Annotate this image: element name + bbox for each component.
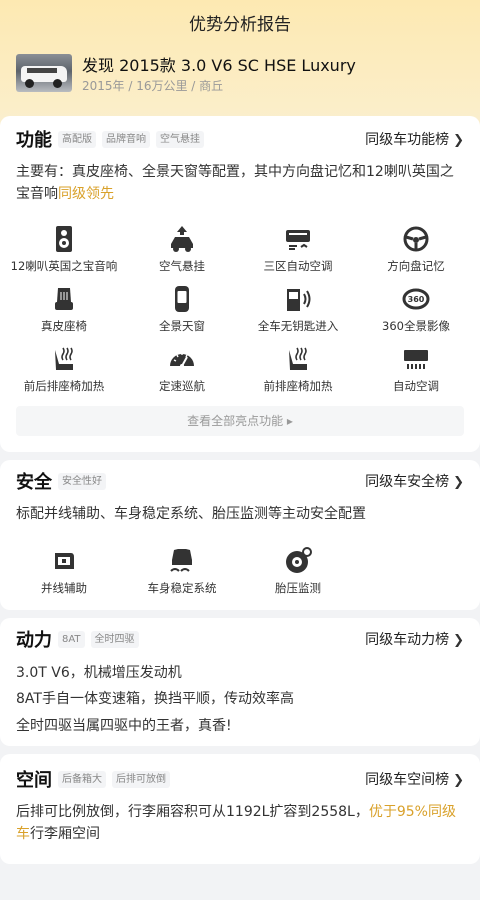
description-text: 行李厢空间 bbox=[30, 826, 100, 842]
car-thumbnail bbox=[16, 54, 72, 92]
rank-link-label: 同级车动力榜 bbox=[365, 632, 450, 648]
function-rank-link[interactable]: 同级车功能榜 ❯ bbox=[365, 129, 464, 149]
view-all-features-button[interactable]: 查看全部亮点功能 ▸ bbox=[16, 406, 464, 436]
tag: 空气悬挂 bbox=[156, 131, 204, 148]
feature-item[interactable]: 空气悬挂 bbox=[122, 224, 242, 274]
sunroof-icon bbox=[175, 286, 189, 312]
seat-heating-icon bbox=[55, 347, 73, 370]
feature-label: 自动空调 bbox=[393, 379, 439, 393]
section-title-space: 空间 bbox=[16, 770, 52, 791]
function-card: 功能 高配版 品牌音响 空气悬挂 同级车功能榜 ❯ 主要有：真皮座椅、全景天窗等配… bbox=[0, 116, 480, 452]
highlight-text: 同级领先 bbox=[58, 186, 114, 202]
feature-label: 车身稳定系统 bbox=[147, 581, 217, 595]
feature-item[interactable]: 360 360全景影像 bbox=[356, 284, 476, 334]
feature-label: 空气悬挂 bbox=[159, 259, 205, 273]
rank-link-label: 同级车功能榜 bbox=[365, 132, 450, 148]
feature-item[interactable]: 全车无钥匙进入 bbox=[238, 284, 358, 334]
tag: 全时四驱 bbox=[90, 631, 139, 648]
function-description: 主要有：真皮座椅、全景天窗等配置，其中方向盘记忆和12喇叭英国之宝音响同级领先 bbox=[16, 161, 466, 205]
feature-label: 定速巡航 bbox=[159, 379, 205, 393]
car-name: 发现 2015款 3.0 V6 SC HSE Luxury bbox=[82, 56, 356, 75]
air-suspension-icon bbox=[171, 226, 193, 252]
stability-control-icon bbox=[170, 549, 192, 572]
description-text: 后排可比例放倒，行李厢容积可从1192L扩容到2558L， bbox=[16, 804, 369, 820]
feature-item[interactable]: 真皮座椅 bbox=[4, 284, 124, 334]
front-seat-heating-icon bbox=[289, 347, 307, 370]
space-tags: 后备箱大 后排可放倒 bbox=[58, 771, 170, 788]
auto-ac-icon bbox=[404, 350, 428, 369]
section-title-safety: 安全 bbox=[16, 472, 52, 493]
cruise-control-icon bbox=[170, 353, 194, 368]
feature-item[interactable]: 方向盘记忆 bbox=[356, 224, 476, 274]
tag: 后排可放倒 bbox=[112, 771, 170, 788]
page-title: 优势分析报告 bbox=[189, 15, 291, 35]
rank-link-label: 同级车安全榜 bbox=[365, 474, 450, 490]
feature-item[interactable]: 全景天窗 bbox=[122, 284, 242, 334]
power-line: 全时四驱当属四驱中的王者，真香! bbox=[16, 718, 232, 734]
safety-card: 安全 安全性好 同级车安全榜 ❯ 标配并线辅助、车身稳定系统、胎压监测等主动安全配… bbox=[0, 460, 480, 610]
tag: 安全性好 bbox=[58, 473, 106, 490]
feature-label: 前后排座椅加热 bbox=[23, 379, 105, 393]
space-card: 空间 后备箱大 后排可放倒 同级车空间榜 ❯ 后排可比例放倒，行李厢容积可从119… bbox=[0, 754, 480, 864]
function-tags: 高配版 品牌音响 空气悬挂 bbox=[58, 131, 204, 148]
steering-wheel-icon bbox=[403, 226, 429, 252]
leather-seat-icon bbox=[55, 288, 73, 310]
feature-label: 并线辅助 bbox=[41, 581, 87, 595]
speaker-icon bbox=[56, 226, 72, 252]
feature-label: 方向盘记忆 bbox=[387, 259, 445, 273]
feature-label: 12喇叭英国之宝音响 bbox=[10, 259, 118, 273]
feature-item[interactable]: 定速巡航 bbox=[122, 344, 242, 394]
lane-assist-icon bbox=[55, 553, 74, 569]
feature-label: 前排座椅加热 bbox=[263, 379, 333, 393]
feature-item[interactable]: 三区自动空调 bbox=[238, 224, 358, 274]
feature-label: 全车无钥匙进入 bbox=[257, 319, 339, 333]
safety-tags: 安全性好 bbox=[58, 473, 106, 490]
power-tags: 8AT 全时四驱 bbox=[58, 631, 139, 648]
safety-rank-link[interactable]: 同级车安全榜 ❯ bbox=[365, 471, 464, 491]
feature-label: 三区自动空调 bbox=[263, 259, 333, 273]
feature-item[interactable]: 自动空调 bbox=[356, 344, 476, 394]
power-line: 3.0T V6，机械增压发动机 bbox=[16, 665, 182, 681]
feature-item[interactable]: 前后排座椅加热 bbox=[4, 344, 124, 394]
power-rank-link[interactable]: 同级车动力榜 ❯ bbox=[365, 629, 464, 649]
feature-item[interactable]: 车身稳定系统 bbox=[122, 546, 242, 596]
tire-pressure-icon bbox=[286, 547, 312, 573]
section-title-function: 功能 bbox=[16, 130, 52, 151]
keyless-entry-icon bbox=[287, 289, 311, 311]
tag: 高配版 bbox=[58, 131, 96, 148]
section-title-power: 动力 bbox=[16, 630, 52, 651]
safety-description: 标配并线辅助、车身稳定系统、胎压监测等主动安全配置 bbox=[16, 506, 366, 522]
feature-item[interactable]: 前排座椅加热 bbox=[238, 344, 358, 394]
chevron-right-icon: ❯ bbox=[453, 773, 464, 788]
feature-item[interactable]: 12喇叭英国之宝音响 bbox=[4, 224, 124, 274]
power-line: 8AT手自一体变速箱，换挡平顺，传动效率高 bbox=[16, 691, 294, 707]
tag: 8AT bbox=[58, 631, 85, 648]
space-rank-link[interactable]: 同级车空间榜 ❯ bbox=[365, 769, 464, 789]
tag: 品牌音响 bbox=[102, 131, 150, 148]
feature-label: 胎压监测 bbox=[275, 581, 321, 595]
tag: 后备箱大 bbox=[58, 771, 106, 788]
camera-360-icon: 360 bbox=[402, 288, 430, 310]
feature-label: 360全景影像 bbox=[382, 319, 450, 333]
feature-label: 真皮座椅 bbox=[41, 319, 87, 333]
svg-text:360: 360 bbox=[408, 295, 425, 304]
car-subtitle: 2015年 / 16万公里 / 商丘 bbox=[82, 79, 224, 93]
chevron-right-icon: ❯ bbox=[453, 475, 464, 490]
feature-label: 全景天窗 bbox=[159, 319, 205, 333]
chevron-right-icon: ❯ bbox=[453, 133, 464, 148]
space-description: 后排可比例放倒，行李厢容积可从1192L扩容到2558L，优于95%同级车行李厢… bbox=[16, 801, 466, 845]
feature-item[interactable]: 胎压监测 bbox=[238, 546, 358, 596]
feature-item[interactable]: 并线辅助 bbox=[4, 546, 124, 596]
car-info[interactable]: 发现 2015款 3.0 V6 SC HSE Luxury 2015年 / 16… bbox=[16, 52, 464, 96]
climate-control-icon bbox=[286, 230, 310, 250]
chevron-right-icon: ❯ bbox=[453, 633, 464, 648]
rank-link-label: 同级车空间榜 bbox=[365, 772, 450, 788]
power-card: 动力 8AT 全时四驱 同级车动力榜 ❯ 3.0T V6，机械增压发动机 8AT手… bbox=[0, 618, 480, 746]
